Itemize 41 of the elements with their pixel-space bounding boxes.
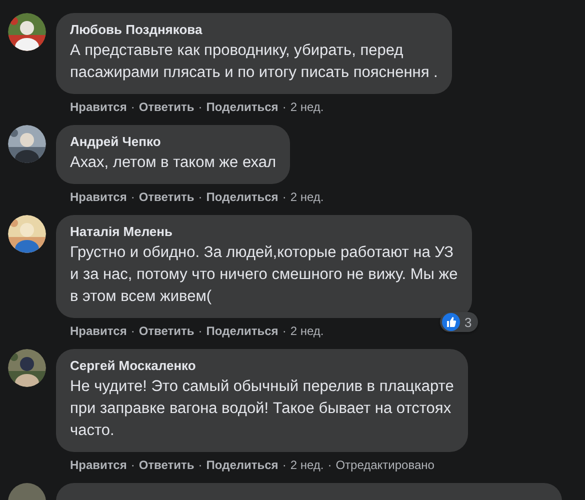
action-link[interactable]: Поделиться — [206, 457, 278, 473]
thumbs-up-icon — [442, 313, 460, 331]
separator-dot: · — [282, 457, 286, 473]
separator-dot: · — [282, 323, 286, 339]
separator-dot: · — [198, 457, 202, 473]
meta-text: 2 нед. — [290, 323, 324, 339]
author-name[interactable]: Андрей Чепко — [70, 133, 276, 150]
meta-text: 2 нед. — [290, 457, 324, 473]
action-link[interactable]: Нравится — [70, 99, 127, 115]
reaction-badge[interactable]: 3 — [440, 312, 478, 332]
action-link[interactable]: Нравится — [70, 323, 127, 339]
comment-text: Грустно и обидно. За людей,которые работают на УЗ и за нас, потому что ничего смешного не вижу. Мы же в этом всем живем( — [70, 243, 458, 307]
author-name[interactable]: Любовь Позднякова — [70, 21, 438, 38]
reaction-count: 3 — [464, 314, 472, 330]
separator-dot: · — [328, 457, 332, 473]
meta-text: 2 нед. — [290, 189, 324, 205]
comment-text: Не чудите! Это самый обычный перелив в плацкарте при заправке вагона водой! Такое бывает на отстоях часто. — [70, 377, 454, 441]
action-link[interactable]: Поделиться — [206, 99, 278, 115]
separator-dot: · — [198, 189, 202, 205]
meta-text: Отредактировано — [336, 457, 434, 473]
separator-dot: · — [282, 99, 286, 115]
separator-dot: · — [130, 99, 135, 115]
author-name[interactable]: Сергей Москаленко — [70, 357, 454, 374]
action-link[interactable]: Нравится — [70, 457, 127, 473]
separator-dot: · — [130, 457, 135, 473]
action-link[interactable]: Ответить — [138, 189, 194, 205]
action-link[interactable]: Ответить — [138, 99, 194, 115]
separator-dot: · — [198, 323, 202, 339]
separator-dot: · — [130, 189, 135, 205]
author-name[interactable]: Наталія Мелень — [70, 223, 458, 240]
comment-text: А представьте как проводнику, убирать, перед пасажирами плясать и по итогу писать пояснення . — [70, 41, 438, 83]
meta-text: 2 нед. — [290, 99, 324, 115]
separator-dot: · — [282, 189, 286, 205]
separator-dot: · — [130, 323, 135, 339]
separator-dot: · — [198, 99, 202, 115]
action-link[interactable]: Ответить — [138, 457, 194, 473]
action-link[interactable]: Нравится — [70, 189, 127, 205]
action-link[interactable]: Поделиться — [206, 323, 278, 339]
action-link[interactable]: Поделиться — [206, 189, 278, 205]
action-link[interactable]: Ответить — [138, 323, 194, 339]
comment-text: Ахах, летом в таком же ехал — [70, 153, 276, 173]
